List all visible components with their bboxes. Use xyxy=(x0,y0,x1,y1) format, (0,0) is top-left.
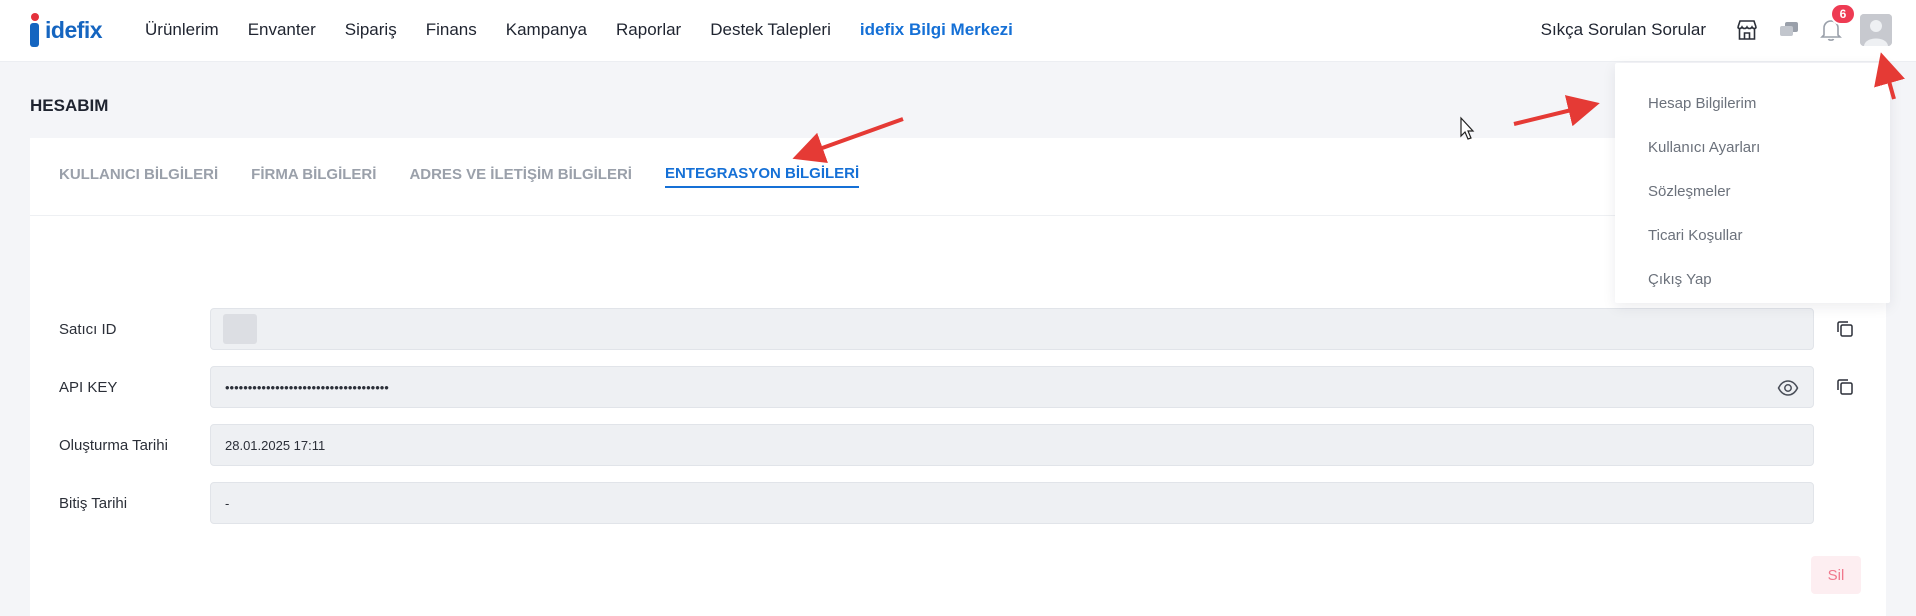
tab-kullanici-bilgileri[interactable]: KULLANICI BİLGİLERİ xyxy=(59,166,218,187)
nav-item-finans[interactable]: Finans xyxy=(426,20,477,40)
top-navbar: idefix Ürünlerim Envanter Sipariş Finans… xyxy=(0,0,1916,62)
logo-text: idefix xyxy=(45,16,103,43)
mouse-cursor-icon xyxy=(1460,116,1475,140)
seller-id-field xyxy=(210,308,1814,350)
user-avatar-icon[interactable] xyxy=(1860,14,1892,46)
created-date-label: Oluşturma Tarihi xyxy=(59,436,168,454)
copy-icon xyxy=(1837,321,1853,337)
chat-icon[interactable] xyxy=(1774,15,1804,45)
copy-seller-id-button[interactable] xyxy=(1830,314,1860,344)
created-date-row: Oluşturma Tarihi 28.01.2025 17:11 xyxy=(59,424,1879,466)
main-nav: Ürünlerim Envanter Sipariş Finans Kampan… xyxy=(145,0,1042,60)
bell-icon[interactable]: 6 xyxy=(1816,3,1856,45)
menu-item-ticari-kosullar[interactable]: Ticari Koşullar xyxy=(1615,213,1890,257)
notification-badge: 6 xyxy=(1830,3,1856,25)
tab-adres-iletisim[interactable]: ADRES VE İLETİŞİM BİLGİLERİ xyxy=(409,166,632,187)
logo-mark-icon xyxy=(28,13,42,47)
api-key-field: •••••••••••••••••••••••••••••••••••• xyxy=(210,366,1814,408)
nav-item-siparis[interactable]: Sipariş xyxy=(345,20,397,40)
copy-icon xyxy=(1837,379,1853,395)
menu-item-hesap-bilgilerim[interactable]: Hesap Bilgilerim xyxy=(1615,81,1890,125)
account-card: KULLANICI BİLGİLERİ FİRMA BİLGİLERİ ADRE… xyxy=(30,138,1886,616)
seller-id-label: Satıcı ID xyxy=(59,320,117,338)
account-tabs: KULLANICI BİLGİLERİ FİRMA BİLGİLERİ ADRE… xyxy=(30,138,1886,216)
seller-id-redacted-value xyxy=(223,314,257,344)
api-key-label: API KEY xyxy=(59,378,118,396)
created-date-field: 28.01.2025 17:11 xyxy=(210,424,1814,466)
tab-entegrasyon-bilgileri[interactable]: ENTEGRASYON BİLGİLERİ xyxy=(664,165,860,188)
created-date-value: 28.01.2025 17:11 xyxy=(225,437,326,453)
copy-api-key-button[interactable] xyxy=(1830,372,1860,402)
nav-item-bilgi-merkezi[interactable]: idefix Bilgi Merkezi xyxy=(860,20,1013,40)
nav-item-raporlar[interactable]: Raporlar xyxy=(616,20,681,40)
tab-firma-bilgileri[interactable]: FİRMA BİLGİLERİ xyxy=(251,166,376,187)
expiry-date-value: - xyxy=(225,495,230,511)
nav-item-envanter[interactable]: Envanter xyxy=(248,20,316,40)
api-key-value: •••••••••••••••••••••••••••••••••••• xyxy=(225,379,389,395)
nav-item-kampanya[interactable]: Kampanya xyxy=(506,20,587,40)
expiry-date-label: Bitiş Tarihi xyxy=(59,494,128,512)
store-icon[interactable] xyxy=(1732,15,1762,45)
expiry-date-row: Bitiş Tarihi - xyxy=(59,482,1879,524)
nav-item-urunlerim[interactable]: Ürünlerim xyxy=(145,20,219,40)
nav-item-destek-talepleri[interactable]: Destek Talepleri xyxy=(710,20,831,40)
faq-link[interactable]: Sıkça Sorulan Sorular xyxy=(1541,20,1706,40)
header-tools: Sıkça Sorulan Sorular 6 xyxy=(1541,0,1892,60)
annotation-arrow-menu xyxy=(1513,95,1600,127)
account-dropdown-menu: Hesap Bilgilerim Kullanıcı Ayarları Sözl… xyxy=(1615,63,1890,303)
menu-item-cikis-yap[interactable]: Çıkış Yap xyxy=(1615,257,1890,301)
eye-icon[interactable] xyxy=(1777,377,1799,399)
expiry-date-field: - xyxy=(210,482,1814,524)
idefix-logo[interactable]: idefix xyxy=(28,12,103,48)
menu-item-kullanici-ayarlari[interactable]: Kullanıcı Ayarları xyxy=(1615,125,1890,169)
page-title: HESABIM xyxy=(30,96,109,115)
menu-item-sozlesmeler[interactable]: Sözleşmeler xyxy=(1615,169,1890,213)
api-key-row: API KEY ••••••••••••••••••••••••••••••••… xyxy=(59,366,1879,408)
seller-id-row: Satıcı ID xyxy=(59,308,1879,350)
delete-button[interactable]: Sil xyxy=(1811,556,1861,594)
